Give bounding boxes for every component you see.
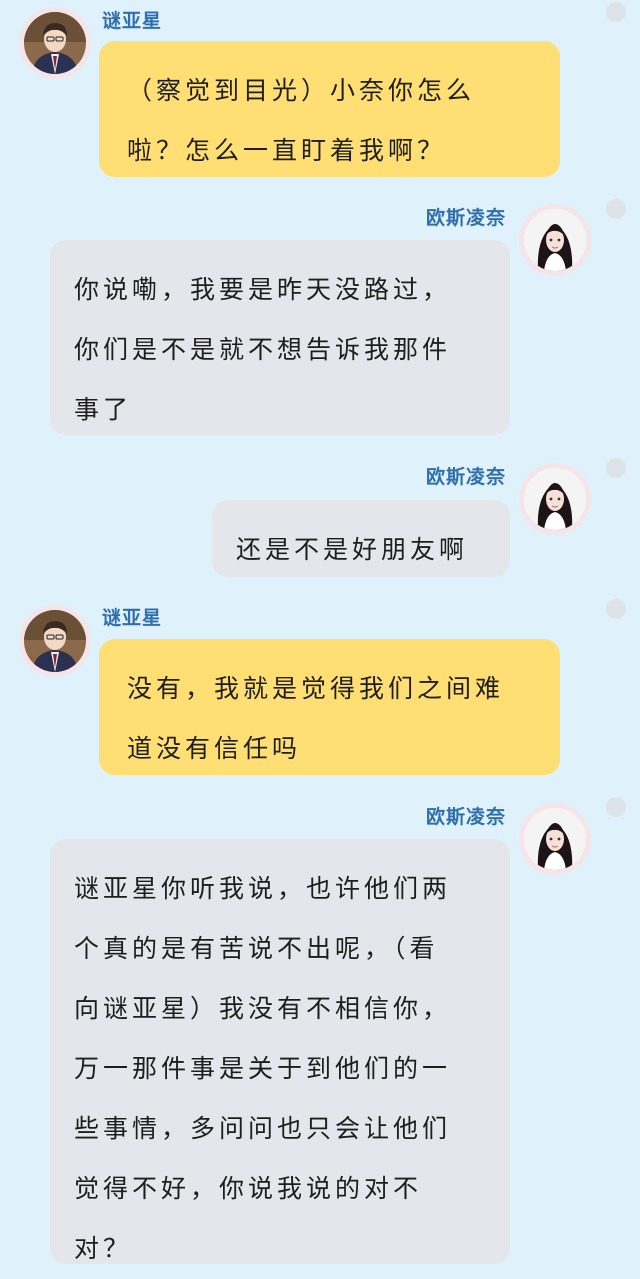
menu-dot-icon[interactable]: [606, 199, 626, 219]
chat-thread: 谜亚星 （察觉到目光）小奈你怎么 啦？怎么一直盯着我啊？ 欧斯凌奈 你说嘞，我要…: [0, 0, 640, 1278]
girl-avatar-icon[interactable]: [524, 468, 586, 530]
message-bubble[interactable]: 还是不是好朋友啊: [212, 500, 510, 577]
message-bubble[interactable]: 你说嘞，我要是昨天没路过， 你们是不是就不想告诉我那件 事了: [50, 240, 510, 435]
menu-dot-icon[interactable]: [606, 797, 626, 817]
sender-name: 欧斯凌奈: [425, 806, 506, 828]
sender-name: 谜亚星: [102, 607, 163, 629]
message-bubble[interactable]: （察觉到目光）小奈你怎么 啦？怎么一直盯着我啊？: [99, 41, 560, 177]
menu-dot-icon[interactable]: [606, 2, 626, 22]
sender-name: 欧斯凌奈: [425, 466, 506, 488]
message-bubble[interactable]: 没有，我就是觉得我们之间难 道没有信任吗: [99, 639, 560, 775]
sender-name: 谜亚星: [102, 10, 163, 32]
menu-dot-icon[interactable]: [606, 458, 626, 478]
menu-dot-icon[interactable]: [606, 599, 626, 619]
girl-avatar-icon[interactable]: [524, 808, 586, 870]
boy-avatar-icon[interactable]: [24, 610, 86, 672]
sender-name: 欧斯凌奈: [425, 207, 506, 229]
message-bubble[interactable]: 谜亚星你听我说，也许他们两 个真的是有苦说不出呢，（看 向谜亚星）我没有不相信你…: [50, 839, 510, 1264]
boy-avatar-icon[interactable]: [24, 12, 86, 74]
girl-avatar-icon[interactable]: [524, 209, 586, 271]
